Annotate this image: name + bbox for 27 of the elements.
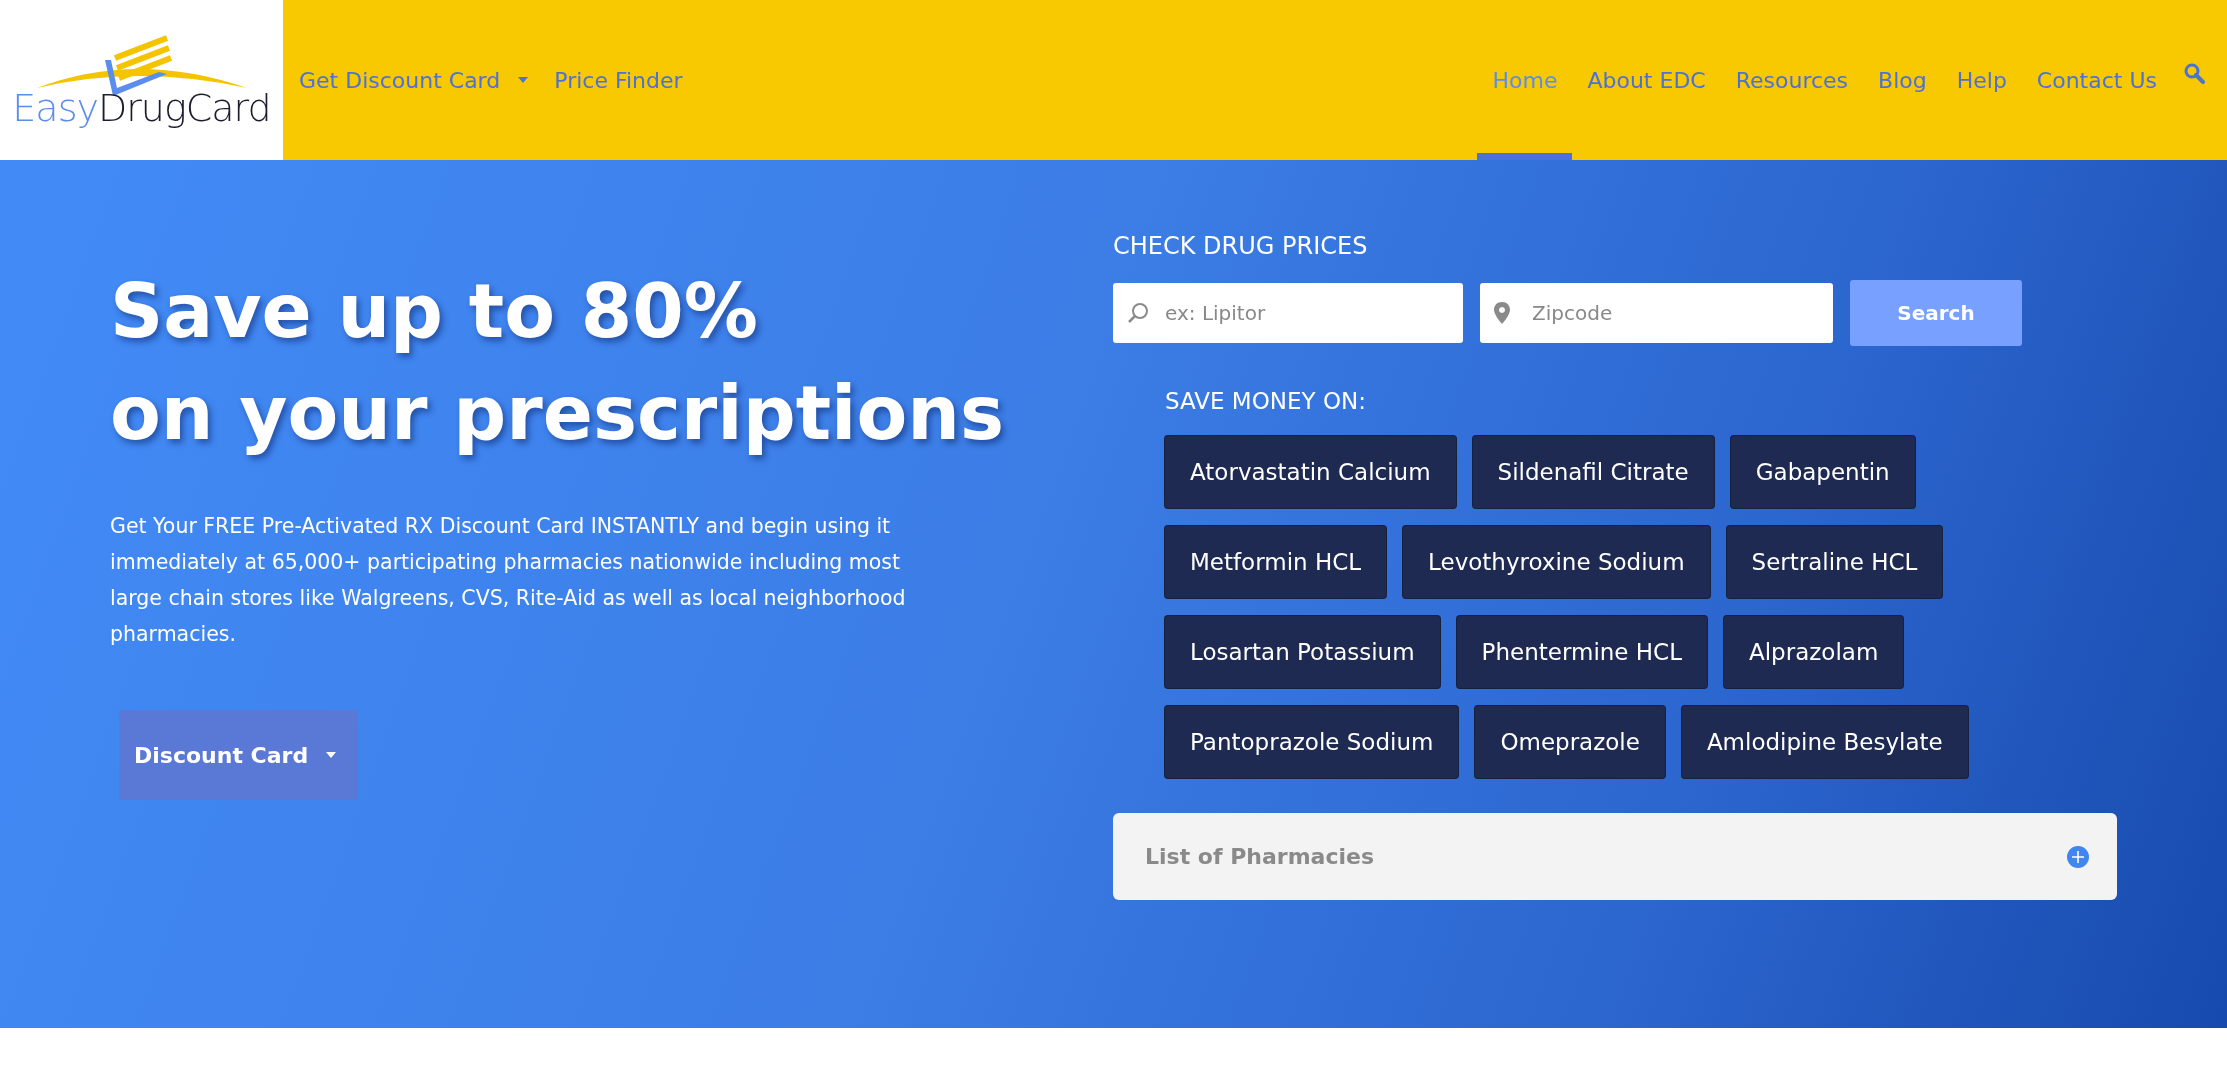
- accordion-label: List of Pharmacies: [1145, 844, 1375, 869]
- drug-button[interactable]: Metformin HCL: [1165, 526, 1387, 598]
- drug-button[interactable]: Atorvastatin Calcium: [1165, 436, 1456, 508]
- search-icon: [2184, 63, 2205, 84]
- zipcode-field[interactable]: Zipcode: [1480, 283, 1833, 343]
- intro-paragraph: Get Your FREE Pre-Activated RX Discount Card INSTANTLY and begin using it immediately at 65,000+ participating pharmacies nationwide including most large chain stores like Walgreens, CVS, Rite-Aid as well as local neighborhood pharmacies.: [110, 513, 907, 648]
- section-title: CHECK DRUG PRICES: [1113, 232, 1369, 260]
- drug-button[interactable]: Gabapentin: [1730, 436, 1915, 508]
- search-icon: [1127, 302, 1149, 324]
- caret-icon: [326, 752, 337, 758]
- caret-icon: [518, 77, 529, 83]
- drug-button[interactable]: Omeprazole: [1475, 706, 1665, 778]
- drug-button[interactable]: Amlodipine Besylate: [1681, 706, 1968, 778]
- location-pin-icon: [1494, 302, 1510, 324]
- drug-search-field[interactable]: ex: Lipitor: [1113, 283, 1463, 343]
- logo-wordmark: EasyDrugCard: [12, 86, 271, 130]
- drug-button[interactable]: Pantoprazole Sodium: [1165, 706, 1459, 778]
- drug-button[interactable]: Levothyroxine Sodium: [1403, 526, 1710, 598]
- discount-card-button[interactable]: Discount Card: [119, 710, 359, 800]
- headline: Save up to 80% on your prescriptions: [110, 267, 1005, 458]
- section-title: SAVE MONEY ON:: [1165, 388, 1367, 414]
- logo[interactable]: EasyDrugCard: [0, 0, 283, 160]
- drug-button[interactable]: Alprazolam: [1724, 616, 1904, 688]
- drug-button[interactable]: Sildenafil Citrate: [1472, 436, 1714, 508]
- drug-button[interactable]: Phentermine HCL: [1456, 616, 1707, 688]
- drug-button[interactable]: Sertraline HCL: [1726, 526, 1943, 598]
- drug-button[interactable]: Losartan Potassium: [1165, 616, 1440, 688]
